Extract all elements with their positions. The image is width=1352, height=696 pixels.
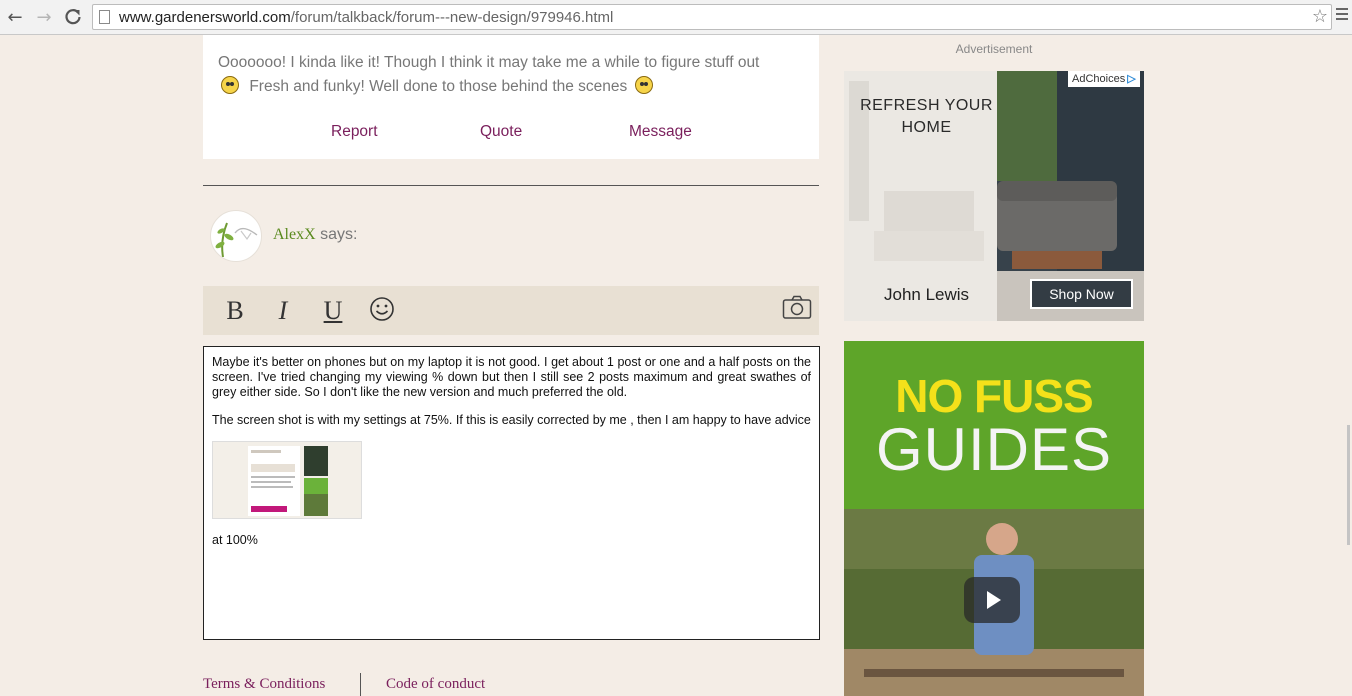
john-lewis-ad[interactable]: REFRESH YOUR HOME John Lewis Shop Now Ad… bbox=[844, 71, 1144, 321]
code-of-conduct-link[interactable]: Code of conduct bbox=[386, 676, 485, 693]
post-divider bbox=[203, 185, 819, 186]
bold-button[interactable]: B bbox=[223, 296, 247, 326]
ad-headline: REFRESH YOUR HOME bbox=[860, 97, 993, 136]
terms-link[interactable]: Terms & Conditions bbox=[203, 676, 325, 693]
ad-brand: John Lewis bbox=[884, 285, 970, 304]
back-arrow-icon[interactable]: ← bbox=[4, 6, 26, 28]
screenshot-thumbnail[interactable] bbox=[212, 441, 362, 519]
ad2-headline-2: GUIDES bbox=[875, 416, 1113, 483]
post-card: Ooooooo! I kinda like it! Though I think… bbox=[203, 35, 819, 159]
reload-icon[interactable] bbox=[62, 6, 84, 28]
quote-link[interactable]: Quote bbox=[480, 123, 522, 141]
reply-editor[interactable]: Maybe it's better on phones but on my la… bbox=[203, 346, 820, 640]
author-line: AlexX says: bbox=[273, 226, 357, 244]
adchoices-label: AdChoices bbox=[1072, 73, 1126, 85]
no-fuss-guides-ad[interactable]: NO FUSS GUIDES bbox=[844, 341, 1144, 696]
editor-paragraph-2: The screen shot is with my settings at 7… bbox=[212, 413, 811, 427]
play-button-icon[interactable] bbox=[964, 577, 1020, 623]
ad-video[interactable] bbox=[844, 509, 1144, 696]
editor-caption: at 100% bbox=[212, 533, 258, 547]
grin-smiley-icon bbox=[634, 76, 653, 94]
post-actions: Report Quote Message bbox=[203, 123, 819, 145]
shop-now-button[interactable]: Shop Now bbox=[1030, 279, 1133, 309]
post-text-line1: Ooooooo! I kinda like it! Though I think… bbox=[218, 54, 760, 71]
menu-icon[interactable] bbox=[1336, 8, 1348, 23]
browser-toolbar: ← → www.gardenersworld.com/forum/talkbac… bbox=[0, 0, 1352, 35]
editor-toolbar: B I U bbox=[203, 286, 819, 335]
author-name[interactable]: AlexX bbox=[273, 226, 316, 243]
message-link[interactable]: Message bbox=[629, 123, 692, 141]
post-text-line2: Fresh and funky! Well done to those behi… bbox=[249, 78, 628, 95]
says-label: says: bbox=[320, 226, 358, 243]
adchoices-icon: ▷ bbox=[1127, 73, 1136, 85]
page-icon bbox=[99, 10, 110, 24]
url-text: www.gardenersworld.com/forum/talkback/fo… bbox=[119, 9, 614, 26]
page-scrollbar[interactable] bbox=[1346, 35, 1352, 696]
scrollbar-thumb[interactable] bbox=[1347, 425, 1350, 545]
advertisement-label: Advertisement bbox=[955, 42, 1033, 56]
italic-button[interactable]: I bbox=[273, 296, 293, 326]
underline-button[interactable]: U bbox=[321, 296, 345, 326]
avatar[interactable] bbox=[210, 210, 262, 262]
post-text: Ooooooo! I kinda like it! Though I think… bbox=[218, 51, 808, 99]
address-bar[interactable]: www.gardenersworld.com/forum/talkback/fo… bbox=[92, 4, 1332, 30]
camera-icon[interactable] bbox=[782, 294, 812, 324]
forward-arrow-icon[interactable]: → bbox=[33, 6, 55, 28]
bookmark-star-icon[interactable]: ☆ bbox=[1312, 6, 1328, 27]
adchoices-link[interactable]: AdChoices ▷ bbox=[1068, 71, 1140, 87]
wink-smiley-icon bbox=[221, 76, 239, 94]
emoji-icon[interactable] bbox=[369, 296, 395, 326]
editor-paragraph-1: Maybe it's better on phones but on my la… bbox=[212, 355, 811, 399]
report-link[interactable]: Report bbox=[331, 123, 378, 141]
footer-separator bbox=[360, 673, 361, 696]
